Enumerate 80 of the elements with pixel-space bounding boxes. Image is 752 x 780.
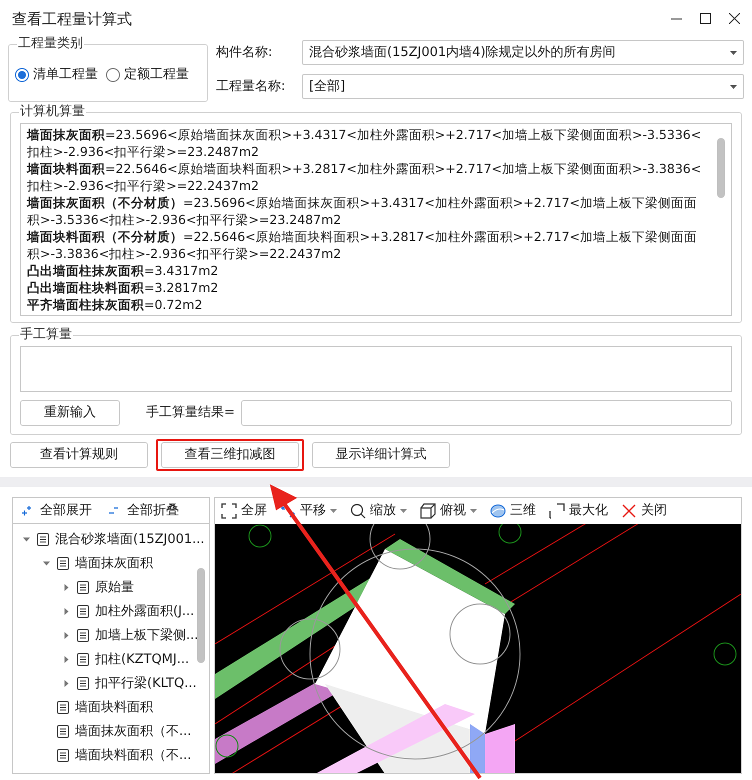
document-icon (77, 677, 89, 690)
formula-text: 墙面块料面积（不分材质）=22.5646<原始墙面块料面积>+3.2817<加柱外露面积>+2.717<加墙上板下梁侧面面积>-3.3836<扣柱>-2.936<扣平行梁>=22.2437m2 (27, 228, 698, 262)
group-label: 计算机算量 (19, 104, 86, 120)
caret-icon[interactable] (42, 560, 50, 568)
field-label: 工程量名称: (216, 78, 286, 96)
fullscreen-icon (221, 502, 237, 519)
plus-icon (21, 504, 32, 516)
result-label: 手工算量结果= (146, 404, 235, 422)
caret-icon (730, 50, 737, 55)
dropdown-field[interactable]: [全部] (302, 74, 744, 100)
field-label: 构件名称: (216, 44, 274, 62)
reset-button[interactable]: 重新输入 (20, 400, 120, 426)
toolbar-button[interactable]: 平移 (280, 501, 337, 521)
formula-text: 墙面抹灰面积（不分材质）=23.5696<原始墙面抹灰面积>+3.4317<加柱外露面积>+2.717<加墙上板下梁侧面面积>-3.5336<扣柱>-2.936<扣平行梁>=23.2487m2 (27, 194, 698, 228)
maximize-icon[interactable] (700, 13, 711, 24)
tree-item[interactable]: 加墙上板下梁侧... (95, 626, 198, 646)
radio-button[interactable] (106, 68, 120, 82)
radio-option[interactable]: 清单工程量 (15, 64, 98, 84)
toolbar-button[interactable]: 全屏 (221, 501, 267, 521)
toolbar-button[interactable]: 三维 (490, 501, 536, 521)
radio-button[interactable] (15, 68, 29, 82)
tree-item[interactable]: 墙面块料面积（不... (75, 746, 192, 766)
caret-icon[interactable] (62, 608, 70, 616)
tree-item[interactable]: 墙面抹灰面积 (75, 554, 153, 574)
formula-text: 墙面块料面积=22.5646<原始墙面块料面积>+3.2817<加柱外露面积>+2.717<加墙上板下梁侧面面积>-3.3836<扣柱>-2.936<扣平行梁>=22.2437m2 (27, 160, 702, 194)
tree-item[interactable]: 扣平行梁(KLTQ... (95, 674, 197, 694)
document-icon (57, 725, 69, 738)
document-icon (77, 629, 89, 642)
dropdown-value: 混合砂浆墙面(15ZJ001内墙4)除规定以外的所有房间 (309, 44, 616, 62)
toolbar-button[interactable]: 缩放 (350, 501, 407, 521)
formula-text: 凸出墙面柱抹灰面积=3.4317m2 (27, 262, 220, 279)
scrollbar[interactable] (197, 568, 205, 663)
caret-icon[interactable] (62, 584, 70, 592)
tree-item[interactable]: 加柱外露面积(J... (95, 602, 194, 622)
document-icon (57, 701, 69, 714)
document-icon (57, 749, 69, 762)
document-icon (77, 581, 89, 594)
minus-icon (108, 504, 119, 516)
caret-icon[interactable] (22, 536, 30, 544)
scrollbar[interactable] (717, 138, 725, 198)
close-icon[interactable] (729, 13, 740, 24)
toolbar-button[interactable]: 俯视 (420, 501, 477, 521)
manual-input-box[interactable] (20, 346, 732, 392)
radio-option[interactable]: 定额工程量 (106, 64, 189, 84)
document-icon (77, 653, 89, 666)
close-icon (621, 502, 637, 519)
document-icon (77, 605, 89, 618)
window-title: 查看工程量计算式 (12, 8, 132, 30)
radio-label[interactable]: 清单工程量 (33, 64, 98, 84)
dropdown-field[interactable]: 混合砂浆墙面(15ZJ001内墙4)除规定以外的所有房间 (302, 40, 744, 66)
tree-item[interactable]: 墙面抹灰面积（不... (75, 722, 192, 742)
tree-item[interactable]: 混合砂浆墙面(15ZJ001... (55, 530, 205, 550)
formula-text: 墙面抹灰面积=23.5696<原始墙面抹灰面积>+3.4317<加柱外露面积>+2.717<加墙上板下梁侧面面积>-3.5336<扣柱>-2.936<扣平行梁>=23.2487m2 (27, 126, 702, 160)
group-label: 手工算量 (19, 326, 73, 343)
sphere-icon (490, 502, 506, 519)
caret-icon[interactable] (62, 632, 70, 640)
toolbar-button[interactable]: 全部展开 (21, 500, 92, 520)
caret-icon (730, 84, 737, 89)
group-label: 工程量类别 (17, 36, 84, 52)
cube-icon (420, 502, 436, 519)
result-field[interactable] (240, 400, 732, 426)
toolbar-button[interactable]: 全部折叠 (108, 500, 179, 520)
caret-icon[interactable] (62, 656, 70, 664)
radio-label[interactable]: 定额工程量 (124, 64, 189, 84)
maximize-icon (549, 502, 565, 519)
action-button[interactable]: 查看三维扣减图 (161, 442, 299, 468)
tree-item[interactable]: 墙面块料面积 (75, 698, 153, 718)
tree-item[interactable]: 原始量 (95, 578, 134, 598)
search-icon (350, 502, 366, 519)
document-icon (57, 557, 69, 570)
action-button[interactable]: 显示详细计算式 (312, 442, 450, 468)
toolbar-button[interactable]: 最大化 (549, 501, 608, 521)
caret-icon[interactable] (62, 680, 70, 688)
toolbar-button[interactable]: 关闭 (621, 501, 667, 521)
tree-item[interactable]: 扣柱(KZTQMJ... (95, 650, 190, 670)
formula-text: 凸出墙面柱块料面积=3.2817m2 (27, 278, 220, 296)
dropdown-value: [全部] (309, 78, 346, 96)
document-icon (37, 533, 49, 546)
action-button[interactable]: 查看计算规则 (10, 442, 148, 468)
formula-text: 平齐墙面柱抹灰面积=0.72m2 (27, 296, 204, 313)
